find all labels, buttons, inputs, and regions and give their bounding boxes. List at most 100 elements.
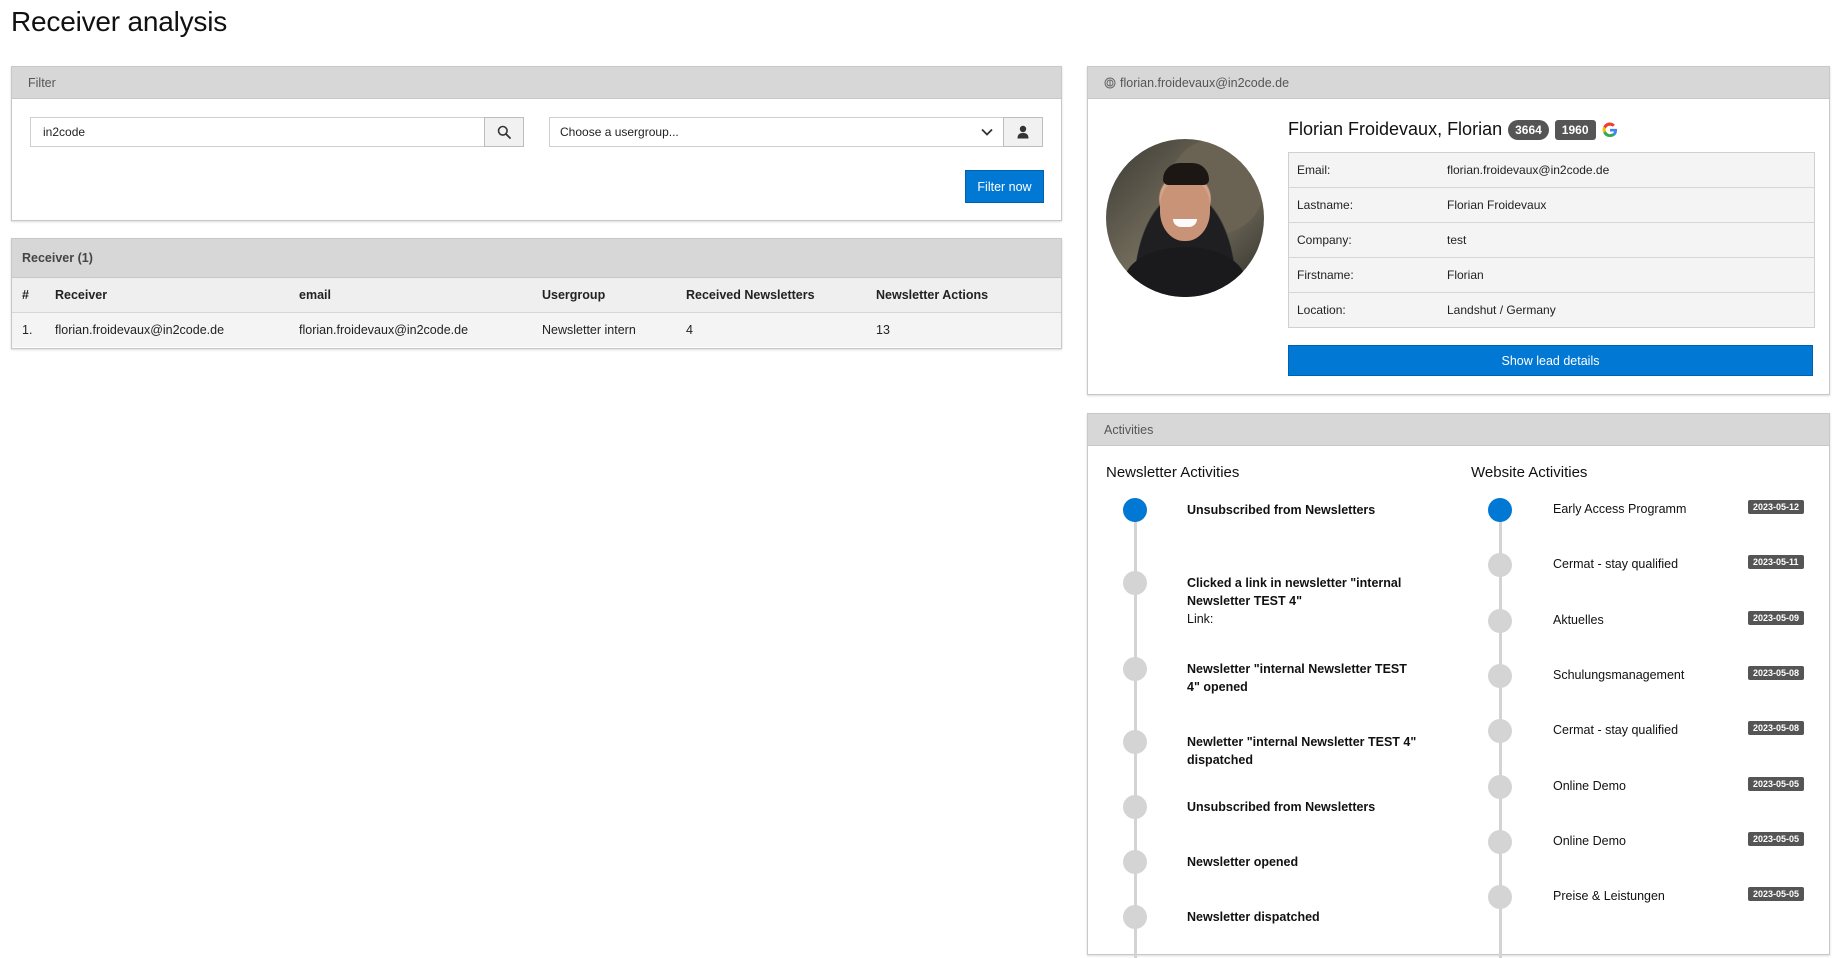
timeline-dot xyxy=(1488,719,1512,744)
date-badge: 2023-05-11 xyxy=(1748,555,1804,570)
activities-panel: Activities Newsletter Activities Website… xyxy=(1087,413,1830,958)
column-header: Receiver xyxy=(45,278,289,313)
detail-value: florian.froidevaux@in2code.de xyxy=(1447,163,1610,177)
detail-label: Company: xyxy=(1297,233,1352,247)
table-header-row: # Receiver email Usergroup Received News… xyxy=(12,278,1061,313)
newsletter-activity-item: Newsletter dispatched xyxy=(1187,908,1417,926)
date-badge: 2023-05-08 xyxy=(1748,721,1805,736)
timeline-dot xyxy=(1123,657,1147,681)
newsletter-activity-item: Unsubscribed from Newsletters xyxy=(1187,798,1417,816)
timeline-dot xyxy=(1488,885,1512,910)
website-activity-item[interactable]: Aktuelles xyxy=(1553,613,1604,627)
detail-value: Florian xyxy=(1447,268,1484,282)
newsletter-timeline-line xyxy=(1134,498,1137,958)
timeline-dot xyxy=(1488,774,1512,799)
receiver-panel: Receiver (1) # Receiver email Usergroup … xyxy=(11,238,1062,349)
lead-heading: florian.froidevaux@in2code.de xyxy=(1088,67,1829,99)
timeline-dot xyxy=(1488,829,1512,854)
score-badge: 3664 xyxy=(1508,119,1549,140)
timeline-dot xyxy=(1488,498,1512,522)
activity-text: Unsubscribed from Newsletters xyxy=(1187,800,1376,814)
column-header: Usergroup xyxy=(532,278,676,313)
page-title: Receiver analysis xyxy=(11,6,228,37)
detail-value: test xyxy=(1447,233,1467,247)
website-activity-item[interactable]: Early Access Programm xyxy=(1553,502,1686,516)
website-activity-item[interactable]: Schulungsmanagement xyxy=(1553,668,1684,682)
date-badge: 2023-05-09 xyxy=(1748,610,1805,625)
newsletter-activity-item: Newsletter opened xyxy=(1187,853,1417,871)
website-activities-title: Website Activities xyxy=(1471,464,1588,481)
cell-usergroup: Newsletter intern xyxy=(532,312,676,347)
lead-panel: florian.froidevaux@in2code.de Florian Fr… xyxy=(1087,66,1830,395)
detail-value: Landshut / Germany xyxy=(1447,303,1556,317)
timeline-dot xyxy=(1123,571,1147,595)
activities-heading: Activities xyxy=(1088,414,1829,446)
show-lead-details-button[interactable]: Show lead details xyxy=(1288,345,1813,376)
column-header: Newsletter Actions xyxy=(866,278,1061,313)
cell-actions: 13 xyxy=(866,312,1061,347)
newsletter-activities-title: Newsletter Activities xyxy=(1106,464,1240,481)
activity-text: Newsletter opened xyxy=(1187,855,1299,869)
activity-link[interactable]: Link: xyxy=(1187,610,1417,628)
lead-header-email: florian.froidevaux@in2code.de xyxy=(1120,75,1290,90)
usergroup-button[interactable] xyxy=(1003,117,1043,147)
lead-name-line: Florian Froidevaux, Florian 3664 1960 xyxy=(1288,119,1618,140)
search-group xyxy=(30,117,524,147)
detail-row: Email: florian.froidevaux@in2code.de xyxy=(1289,153,1814,188)
activity-text: Newsletter dispatched xyxy=(1187,910,1320,924)
activity-text: Newsletter "internal Newsletter TEST 4" … xyxy=(1187,662,1407,694)
date-badge: 2023-05-05 xyxy=(1748,831,1805,846)
column-header: email xyxy=(289,278,532,313)
website-activity-item[interactable]: Online Demo xyxy=(1553,779,1626,793)
avatar xyxy=(1106,139,1264,297)
lead-details-table: Email: florian.froidevaux@in2code.de Las… xyxy=(1288,152,1815,328)
detail-row: Lastname: Florian Froidevaux xyxy=(1289,188,1814,223)
column-header: Received Newsletters xyxy=(676,278,866,313)
date-badge: 2023-05-08 xyxy=(1748,665,1805,680)
filter-now-button[interactable]: Filter now xyxy=(965,170,1044,203)
website-activity-item[interactable]: Cermat - stay qualified xyxy=(1553,557,1678,571)
lead-name: Florian Froidevaux, Florian xyxy=(1288,119,1503,139)
detail-label: Email: xyxy=(1297,163,1331,177)
cell-email: florian.froidevaux@in2code.de xyxy=(289,312,532,347)
usergroup-select[interactable]: Choose a usergroup... xyxy=(549,117,1003,147)
filter-panel: Filter Choose a usergroup... Filter now xyxy=(11,66,1062,221)
filter-heading: Filter xyxy=(12,67,1061,99)
timeline-dot xyxy=(1488,663,1512,688)
cell-received: 4 xyxy=(676,312,866,347)
search-button[interactable] xyxy=(484,117,524,147)
website-activity-item[interactable]: Preise & Leistungen xyxy=(1553,889,1665,903)
table-row[interactable]: 1. florian.froidevaux@in2code.de florian… xyxy=(12,312,1061,347)
date-badge: 2023-05-12 xyxy=(1748,500,1805,514)
website-activity-item[interactable]: Cermat - stay qualified xyxy=(1553,723,1678,737)
detail-label: Location: xyxy=(1297,303,1346,317)
user-icon xyxy=(1017,125,1029,139)
cell-receiver[interactable]: florian.froidevaux@in2code.de xyxy=(45,312,289,347)
detail-row: Firstname: Florian xyxy=(1289,258,1814,293)
timeline-dot xyxy=(1123,795,1147,819)
search-input[interactable] xyxy=(30,117,484,147)
google-icon xyxy=(1602,121,1617,137)
timeline-dot xyxy=(1123,498,1147,522)
column-header: # xyxy=(12,278,45,313)
id-badge: 1960 xyxy=(1554,119,1596,140)
activity-text: Clicked a link in newsletter "internal N… xyxy=(1187,576,1402,608)
detail-row: Company: test xyxy=(1289,223,1814,258)
timeline-dot xyxy=(1123,905,1147,929)
usergroup-placeholder: Choose a usergroup... xyxy=(560,125,679,139)
activity-text: Unsubscribed from Newsletters xyxy=(1187,503,1376,517)
usergroup-group: Choose a usergroup... xyxy=(549,117,1043,147)
fingerprint-icon xyxy=(1104,77,1116,88)
newsletter-activity-item: Clicked a link in newsletter "internal N… xyxy=(1187,574,1417,628)
website-activity-item[interactable]: Online Demo xyxy=(1553,834,1626,848)
timeline-dot xyxy=(1488,608,1512,633)
activity-text: Newletter "internal Newsletter TEST 4" d… xyxy=(1187,735,1417,767)
newsletter-activity-item: Newsletter "internal Newsletter TEST 4" … xyxy=(1187,660,1417,696)
date-badge: 2023-05-05 xyxy=(1748,887,1805,902)
detail-label: Firstname: xyxy=(1297,268,1354,282)
receiver-table: # Receiver email Usergroup Received News… xyxy=(12,278,1061,347)
timeline-dot xyxy=(1123,850,1147,874)
newsletter-activity-item: Unsubscribed from Newsletters xyxy=(1187,501,1417,519)
timeline-dot xyxy=(1488,553,1512,578)
cell-index: 1. xyxy=(12,312,45,347)
